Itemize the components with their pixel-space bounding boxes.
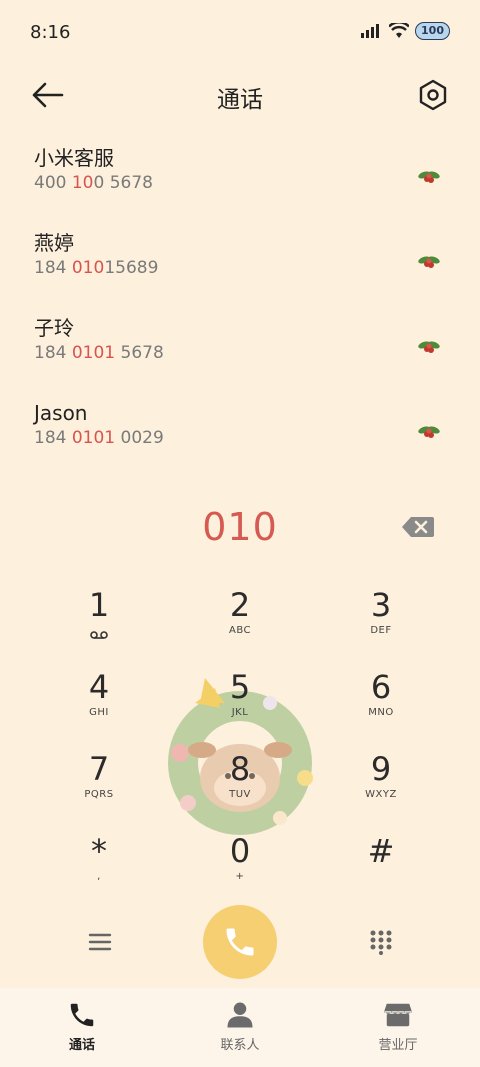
settings-icon — [419, 79, 447, 111]
contact-number: 400 100 5678 — [34, 173, 153, 193]
key-7[interactable]: 7 PQRS — [49, 749, 149, 823]
header: 通话 — [0, 66, 480, 124]
key-digit: 0 — [229, 832, 251, 870]
key-0[interactable]: 0 + — [190, 831, 290, 905]
key-digit: * — [91, 832, 107, 870]
signal-icon — [361, 24, 380, 38]
key-star[interactable]: * , — [49, 831, 149, 905]
holly-icon — [418, 426, 440, 438]
nav-label: 营业厅 — [378, 1038, 418, 1053]
dialer-actions — [0, 905, 480, 981]
key-letters: + — [235, 871, 245, 882]
bottom-nav: 通话 联系人 营业厅 — [0, 988, 480, 1067]
key-1[interactable]: 1 — [49, 585, 149, 659]
status-bar: 8:16 100 — [0, 0, 480, 66]
menu-button[interactable] — [88, 931, 112, 953]
call-button[interactable] — [203, 905, 277, 979]
key-digit: 5 — [229, 668, 251, 706]
contact-list: 小米客服 400 100 5678 燕婷 184 01015689 子玲 184… — [0, 145, 480, 485]
phone-icon — [226, 928, 254, 956]
key-letters: DEF — [370, 625, 392, 636]
contact-name: 小米客服 — [34, 146, 114, 170]
key-digit: 8 — [229, 750, 251, 788]
key-6[interactable]: 6 MNO — [331, 667, 431, 741]
contact-name: 子玲 — [34, 316, 74, 340]
settings-button[interactable] — [416, 78, 450, 112]
holly-icon — [418, 256, 440, 268]
contact-item[interactable]: 小米客服 400 100 5678 — [0, 145, 480, 230]
store-icon — [384, 1003, 412, 1027]
wifi-icon — [389, 23, 410, 38]
contact-item[interactable]: 子玲 184 0101 5678 — [0, 315, 480, 400]
dialpad-icon — [370, 930, 392, 955]
nav-label: 通话 — [68, 1038, 95, 1053]
nav-tab-calls[interactable]: 通话 — [32, 1000, 132, 1053]
nav-tab-store[interactable]: 营业厅 — [348, 1000, 448, 1053]
contact-name: Jason — [34, 401, 88, 425]
person-icon — [227, 1002, 253, 1028]
menu-icon — [88, 933, 112, 951]
key-letters: TUV — [229, 789, 251, 800]
contact-item[interactable]: Jason 184 0101 0029 — [0, 400, 480, 485]
contact-number: 184 01015689 — [34, 258, 159, 278]
dialpad-toggle-button[interactable] — [369, 929, 393, 955]
key-digit: 4 — [88, 668, 110, 706]
key-9[interactable]: 9 WXYZ — [331, 749, 431, 823]
key-letters: JKL — [231, 707, 249, 718]
key-digit: 6 — [370, 668, 392, 706]
status-icons: 100 — [361, 22, 450, 40]
voicemail-icon — [90, 631, 108, 639]
key-letters: , — [97, 871, 101, 882]
key-letters: ABC — [228, 625, 251, 636]
backspace-button[interactable] — [401, 516, 435, 538]
key-letters: WXYZ — [365, 789, 397, 800]
key-4[interactable]: 4 GHI — [49, 667, 149, 741]
key-letters: PQRS — [84, 789, 114, 800]
contact-number: 184 0101 5678 — [34, 343, 164, 363]
key-letters: GHI — [89, 707, 109, 718]
holly-icon — [418, 341, 440, 353]
nav-label: 联系人 — [220, 1038, 260, 1053]
key-5[interactable]: 5 JKL — [190, 667, 290, 741]
key-digit: 1 — [88, 586, 110, 624]
backspace-icon — [402, 517, 434, 537]
contact-number: 184 0101 0029 — [34, 428, 164, 448]
holly-icon — [418, 171, 440, 183]
key-digit: 7 — [88, 750, 110, 788]
contact-item[interactable]: 燕婷 184 01015689 — [0, 230, 480, 315]
key-8[interactable]: 8 TUV — [190, 749, 290, 823]
key-hash[interactable]: # — [331, 831, 431, 905]
key-3[interactable]: 3 DEF — [331, 585, 431, 659]
key-digit: 3 — [370, 586, 392, 624]
key-digit: 9 — [370, 750, 392, 788]
status-time: 8:16 — [30, 22, 71, 43]
key-letters: MNO — [368, 707, 394, 718]
battery-indicator: 100 — [415, 22, 450, 40]
key-digit: 2 — [229, 586, 251, 624]
page-title: 通话 — [217, 87, 263, 113]
key-digit: # — [367, 832, 395, 870]
nav-tab-contacts[interactable]: 联系人 — [190, 1000, 290, 1053]
contact-name: 燕婷 — [34, 231, 74, 255]
phone-icon — [70, 1003, 94, 1027]
key-2[interactable]: 2 ABC — [190, 585, 290, 659]
